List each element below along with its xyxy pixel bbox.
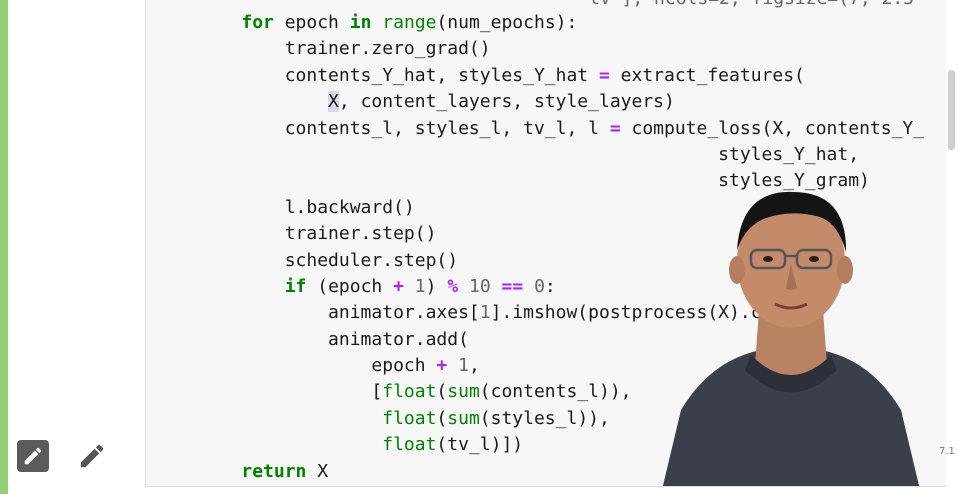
code-line: styles_Y_hat,: [198, 143, 860, 165]
cell-index-label: 7.1: [939, 446, 955, 457]
presenter-video-overlay: [662, 191, 920, 486]
edit-button[interactable]: [17, 440, 49, 472]
code-line: contents_Y_hat, styles_Y_hat = extract_f…: [198, 64, 805, 86]
cell-selection-marker: [0, 0, 8, 494]
code-cell[interactable]: tv'], ncols=2, figsize=(7, 2.5 for epoch…: [145, 0, 946, 487]
scrollbar-thumb[interactable]: [948, 70, 955, 150]
code-line: X, content_layers, style_layers): [328, 91, 675, 113]
pencil-icon: [24, 447, 42, 465]
cell-gutter: [8, 0, 145, 494]
text-cursor-selection: X: [328, 91, 339, 113]
partial-code-line: tv'], ncols=2, figsize=(7, 2.5: [589, 0, 914, 9]
pencil-icon: [80, 444, 104, 468]
code-line: trainer.zero_grad(): [198, 38, 491, 60]
code-line: for epoch in range(num_epochs):: [241, 12, 578, 33]
code-line: contents_l, styles_l, tv_l, l = compute_…: [198, 117, 925, 139]
edit-mode-button[interactable]: [76, 440, 108, 472]
